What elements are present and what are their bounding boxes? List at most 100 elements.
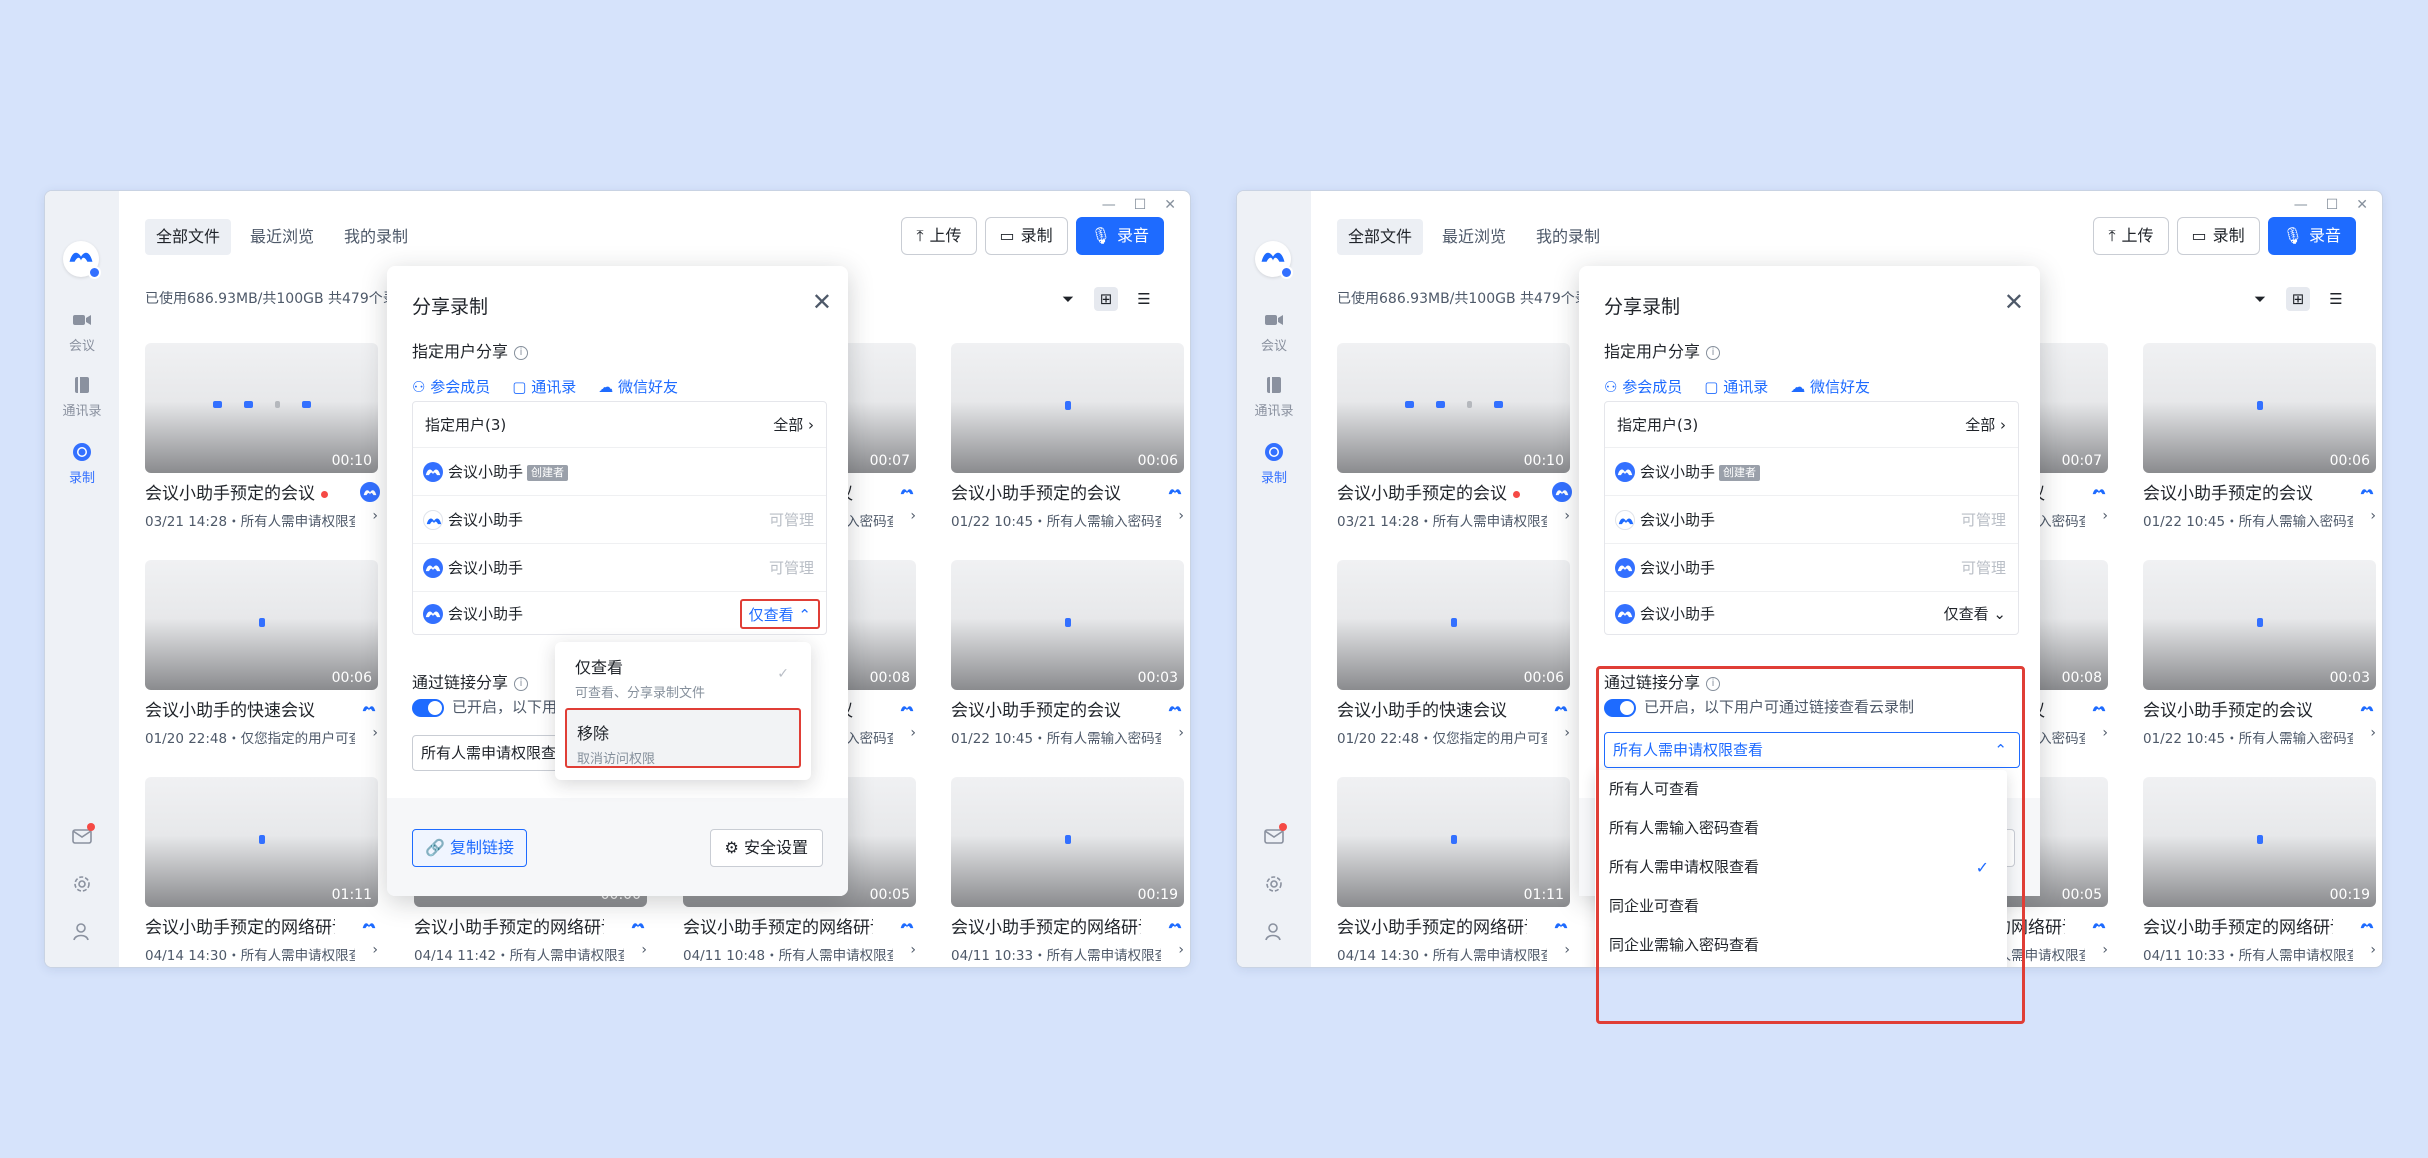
- rail-nav-book[interactable]: 通讯录: [1237, 374, 1311, 419]
- record-button[interactable]: ▭ 录制: [2176, 217, 2260, 255]
- show-all-link[interactable]: 全部 ›: [1965, 402, 2006, 448]
- recording-card[interactable]: 00:06 会议小助手的快速会议 01/20 22:48・仅您指定的用户可查看 …: [1337, 560, 1572, 747]
- app-logo[interactable]: [1255, 241, 1293, 279]
- recording-thumbnail[interactable]: 00:19: [2143, 777, 2376, 907]
- upload-button[interactable]: ⤒ 上传: [2093, 217, 2169, 255]
- add-contacts-link[interactable]: ▢ 通讯录: [1704, 376, 1768, 397]
- recording-thumbnail[interactable]: 00:06: [951, 343, 1184, 473]
- link-option[interactable]: 所有人需输入密码查看: [1595, 809, 2007, 848]
- recording-card[interactable]: 00:19 会议小助手预定的网络研讨会 04/11 10:33・所有人需申请权限…: [951, 777, 1186, 964]
- chevron-right-icon[interactable]: ›: [2370, 942, 2376, 958]
- grid-view-icon[interactable]: ⊞: [2286, 287, 2310, 311]
- audio-record-button[interactable]: 🎙 录音: [1075, 217, 1164, 255]
- recording-card[interactable]: 00:03 会议小助手预定的会议 01/22 10:45・所有人需输入密码查看 …: [951, 560, 1186, 747]
- maximize-button[interactable]: ☐: [1134, 197, 1147, 213]
- security-settings-button[interactable]: ⚙ 安全设置: [709, 829, 823, 867]
- recording-card[interactable]: 00:19 会议小助手预定的网络研讨会 04/11 10:33・所有人需申请权限…: [2143, 777, 2378, 964]
- popup-item-remove[interactable]: 移除 取消访问权限: [565, 708, 801, 768]
- tab-0[interactable]: 全部文件: [145, 219, 232, 255]
- chevron-right-icon[interactable]: ›: [372, 508, 378, 524]
- link-option[interactable]: 所有人需申请权限查看 ✓: [1595, 848, 2007, 887]
- recording-card[interactable]: 00:06 会议小助手预定的会议 01/22 10:45・所有人需输入密码查看 …: [951, 343, 1186, 530]
- list-view-icon[interactable]: ☰: [2324, 287, 2348, 311]
- link-option[interactable]: 所有人可查看: [1595, 770, 2007, 809]
- rail-nav-record[interactable]: 录制: [45, 441, 119, 486]
- add-participants-link[interactable]: ⚇ 参会成员: [1604, 376, 1682, 397]
- grid-view-icon[interactable]: ⊞: [1094, 287, 1118, 311]
- settings-icon[interactable]: [1263, 873, 1285, 895]
- mail-icon[interactable]: [1263, 823, 1287, 847]
- maximize-button[interactable]: ☐: [2326, 197, 2339, 213]
- close-icon[interactable]: ✕: [2004, 288, 2024, 316]
- mail-icon[interactable]: [71, 823, 95, 847]
- recording-card[interactable]: 01:11 会议小助手预定的网络研讨会 04/14 14:30・所有人需申请权限…: [1337, 777, 1572, 964]
- chevron-right-icon[interactable]: ›: [1178, 942, 1184, 958]
- recording-thumbnail[interactable]: 01:11: [1337, 777, 1570, 907]
- chevron-right-icon[interactable]: ›: [2102, 942, 2108, 958]
- recording-card[interactable]: 00:06 会议小助手预定的会议 01/22 10:45・所有人需输入密码查看 …: [2143, 343, 2378, 530]
- chevron-right-icon[interactable]: ›: [1564, 508, 1570, 524]
- rail-nav-video[interactable]: 会议: [45, 309, 119, 354]
- tab-1[interactable]: 最近浏览: [239, 219, 325, 255]
- recording-thumbnail[interactable]: 00:03: [2143, 560, 2376, 690]
- recording-thumbnail[interactable]: 01:11: [145, 777, 378, 907]
- info-icon[interactable]: i: [1706, 345, 1721, 360]
- permission-dropdown[interactable]: 仅查看 ⌃: [739, 599, 820, 629]
- chevron-right-icon[interactable]: ›: [1178, 508, 1184, 524]
- rail-nav-record[interactable]: 录制: [1237, 441, 1311, 486]
- info-icon[interactable]: i: [1706, 676, 1721, 691]
- recording-card[interactable]: 00:10 会议小助手预定的会议 03/21 14:28・所有人需申请权限查看 …: [1337, 343, 1572, 530]
- tab-0[interactable]: 全部文件: [1337, 219, 1424, 255]
- chevron-right-icon[interactable]: ›: [910, 508, 916, 524]
- close-icon[interactable]: ✕: [812, 288, 832, 316]
- chevron-right-icon[interactable]: ›: [2370, 508, 2376, 524]
- link-toggle[interactable]: [412, 698, 444, 717]
- recording-card[interactable]: 00:10 会议小助手预定的会议 03/21 14:28・所有人需申请权限查看 …: [145, 343, 380, 530]
- chevron-right-icon[interactable]: ›: [1178, 725, 1184, 741]
- filter-icon[interactable]: ⏷: [1056, 287, 1080, 311]
- tab-2[interactable]: 我的录制: [333, 219, 419, 255]
- minimize-button[interactable]: —: [1102, 197, 1116, 213]
- chevron-right-icon[interactable]: ›: [2102, 725, 2108, 741]
- copy-link-button[interactable]: 🔗 复制链接: [412, 829, 528, 867]
- show-all-link[interactable]: 全部 ›: [773, 402, 814, 448]
- link-option[interactable]: 同企业可查看: [1595, 887, 2007, 926]
- popup-item-view-only[interactable]: 仅查看 可查看、分享录制文件 ✓: [565, 644, 801, 704]
- chevron-right-icon[interactable]: ›: [372, 942, 378, 958]
- filter-icon[interactable]: ⏷: [2248, 287, 2272, 311]
- link-toggle[interactable]: [1604, 698, 1636, 717]
- rail-nav-video[interactable]: 会议: [1237, 309, 1311, 354]
- recording-thumbnail[interactable]: 00:10: [145, 343, 378, 473]
- minimize-button[interactable]: —: [2294, 197, 2308, 213]
- record-button[interactable]: ▭ 录制: [984, 217, 1068, 255]
- recording-thumbnail[interactable]: 00:03: [951, 560, 1184, 690]
- link-permission-select[interactable]: 所有人需申请权限查看 ⌃: [1604, 732, 2020, 768]
- rail-nav-book[interactable]: 通讯录: [45, 374, 119, 419]
- add-wechat-link[interactable]: ☁ 微信好友: [598, 376, 678, 397]
- tab-1[interactable]: 最近浏览: [1431, 219, 1517, 255]
- recording-card[interactable]: 00:03 会议小助手预定的会议 01/22 10:45・所有人需输入密码查看 …: [2143, 560, 2378, 747]
- recording-card[interactable]: 01:11 会议小助手预定的网络研讨会 04/14 14:30・所有人需申请权限…: [145, 777, 380, 964]
- permission-dropdown[interactable]: 仅查看 ⌄: [1944, 590, 2006, 638]
- app-logo[interactable]: [63, 241, 101, 279]
- info-icon[interactable]: i: [514, 345, 529, 360]
- chevron-right-icon[interactable]: ›: [910, 942, 916, 958]
- user-icon[interactable]: [71, 921, 93, 943]
- chevron-right-icon[interactable]: ›: [1564, 725, 1570, 741]
- link-option[interactable]: 同企业需申请权限查看: [1595, 965, 2007, 967]
- recording-thumbnail[interactable]: 00:06: [1337, 560, 1570, 690]
- close-window-button[interactable]: ✕: [2356, 197, 2368, 213]
- upload-button[interactable]: ⤒ 上传: [901, 217, 977, 255]
- add-contacts-link[interactable]: ▢ 通讯录: [512, 376, 576, 397]
- list-view-icon[interactable]: ☰: [1132, 287, 1156, 311]
- recording-card[interactable]: 00:06 会议小助手的快速会议 01/20 22:48・仅您指定的用户可查看 …: [145, 560, 380, 747]
- chevron-right-icon[interactable]: ›: [2370, 725, 2376, 741]
- chevron-right-icon[interactable]: ›: [910, 725, 916, 741]
- link-option[interactable]: 同企业需输入密码查看: [1595, 926, 2007, 965]
- recording-thumbnail[interactable]: 00:19: [951, 777, 1184, 907]
- chevron-right-icon[interactable]: ›: [1564, 942, 1570, 958]
- chevron-right-icon[interactable]: ›: [2102, 508, 2108, 524]
- audio-record-button[interactable]: 🎙 录音: [2267, 217, 2356, 255]
- close-window-button[interactable]: ✕: [1164, 197, 1176, 213]
- user-icon[interactable]: [1263, 921, 1285, 943]
